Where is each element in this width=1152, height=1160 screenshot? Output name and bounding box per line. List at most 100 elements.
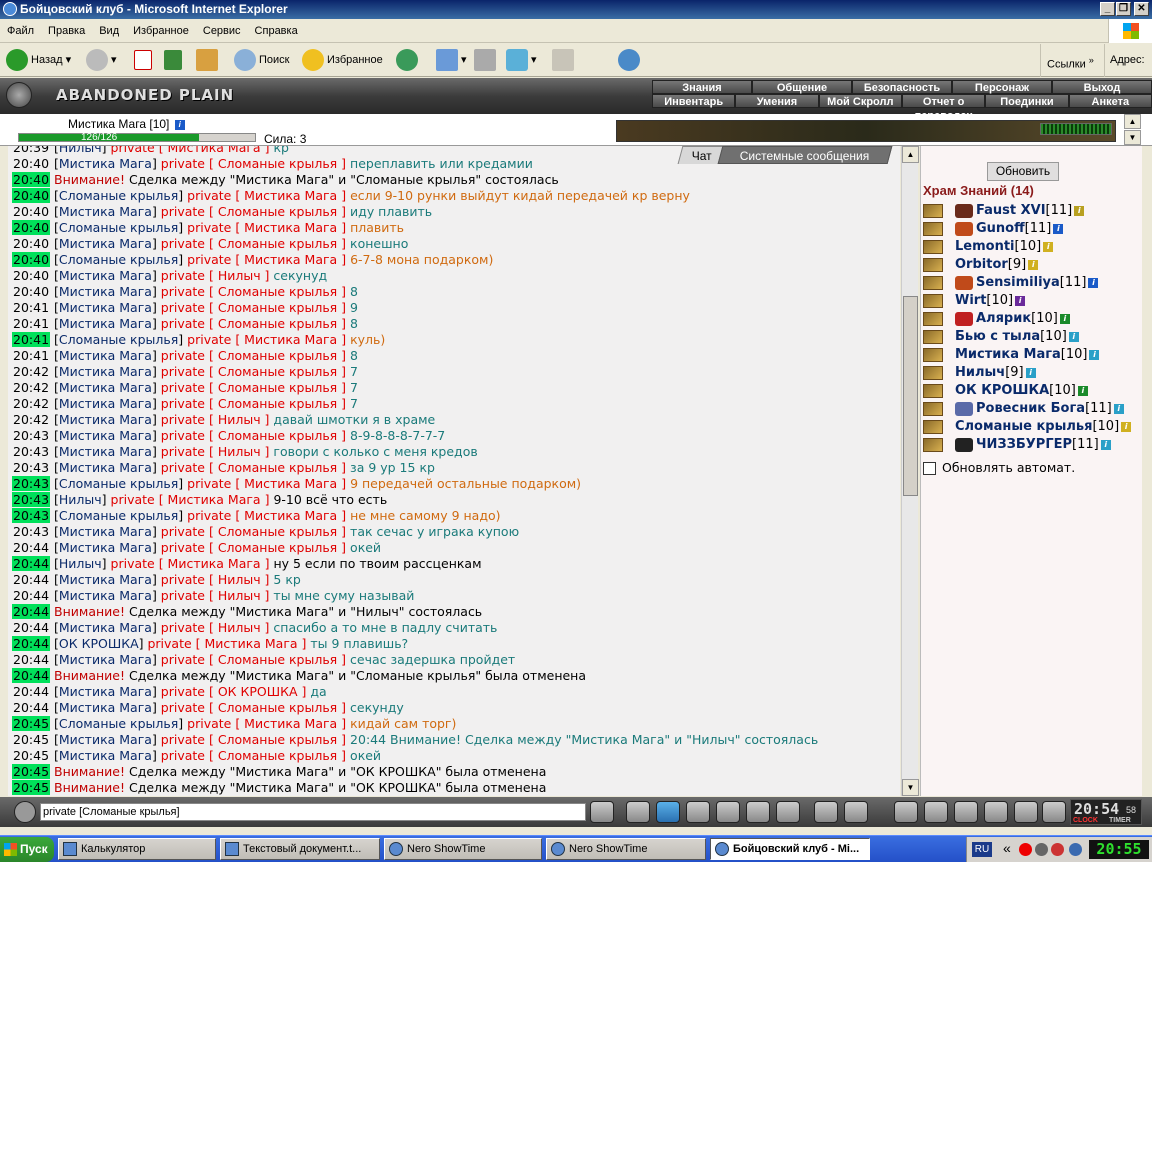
user-list-item[interactable]: Orbitor[9] i <box>923 256 1143 274</box>
message-sender[interactable]: Мистика Мага <box>59 380 152 395</box>
user-name[interactable]: ОК КРОШКА <box>955 383 1049 398</box>
private-marker[interactable]: private [ Нилыч ] <box>161 588 270 603</box>
user-list-item[interactable]: Алярик[10] i <box>923 310 1143 328</box>
private-marker[interactable]: private [ Нилыч ] <box>161 412 270 427</box>
favorites-button[interactable]: Избранное <box>302 48 383 73</box>
message-sender[interactable]: Мистика Мага <box>59 748 152 763</box>
private-marker[interactable]: private [ Мистика Мага ] <box>187 252 346 267</box>
status-scroll[interactable]: ▲ ▼ <box>1124 114 1142 146</box>
user-name[interactable]: Алярик <box>976 311 1031 326</box>
user-info-icon[interactable]: i <box>1077 385 1088 396</box>
antivirus-icon[interactable] <box>1019 843 1032 856</box>
user-info-icon[interactable]: i <box>1028 259 1039 270</box>
user-name[interactable]: Orbitor <box>955 257 1008 272</box>
auto-refresh-checkbox[interactable] <box>923 462 936 475</box>
nav-skills[interactable]: Умения <box>735 94 819 108</box>
private-message-icon[interactable] <box>923 329 943 344</box>
user-list-item[interactable]: Wirt[10] i <box>923 292 1143 310</box>
menu-view[interactable]: Вид <box>92 19 126 43</box>
status-scroll-down-icon[interactable]: ▼ <box>1124 130 1141 145</box>
private-marker[interactable]: private [ Сломаные крылья ] <box>161 732 346 747</box>
tray-chevron-icon[interactable]: « <box>1003 840 1011 856</box>
user-name[interactable]: Нилыч <box>955 365 1005 380</box>
private-message-icon[interactable] <box>923 347 943 362</box>
message-sender[interactable]: Мистика Мага <box>59 300 152 315</box>
message-sender[interactable]: Сломаные крылья <box>59 716 178 731</box>
private-marker[interactable]: private [ Мистика Мага ] <box>187 508 346 523</box>
user-list-item[interactable]: Бью с тыла[10] i <box>923 328 1143 346</box>
settings-button[interactable] <box>984 801 1008 823</box>
private-message-icon[interactable] <box>923 239 943 254</box>
private-marker[interactable]: private [ Мистика Мага ] <box>111 556 270 571</box>
user-list-item[interactable]: Ровесник Бога[11] i <box>923 400 1143 418</box>
message-sender[interactable]: Мистика Мага <box>59 732 152 747</box>
user-list-item[interactable]: Lemonti[10] i <box>923 238 1143 256</box>
message-sender[interactable]: Мистика Мага <box>59 412 152 427</box>
scroll-down-icon[interactable]: ▼ <box>902 779 919 796</box>
exit-button[interactable] <box>1042 801 1066 823</box>
user-name[interactable]: ЧИЗЗБУРГЕР <box>976 437 1072 452</box>
nav-my-scroll[interactable]: Мой Скролл <box>818 94 902 108</box>
message-sender[interactable]: Нилыч <box>59 146 102 155</box>
scroll-thumb[interactable] <box>903 296 918 496</box>
clear-button[interactable] <box>626 801 650 823</box>
user-list-item[interactable]: Мистика Мага[10] i <box>923 346 1143 364</box>
edit-button[interactable] <box>552 48 577 73</box>
private-marker[interactable]: private [ Мистика Мага ] <box>187 188 346 203</box>
forward-button[interactable]: ▾ <box>86 48 117 73</box>
private-marker[interactable]: private [ Мистика Мага ] <box>147 636 306 651</box>
filter-button[interactable] <box>656 801 680 823</box>
nav-communication[interactable]: Общение <box>752 80 852 94</box>
private-marker[interactable]: private [ Нилыч ] <box>161 572 270 587</box>
user-list-item[interactable]: Sensimiliya[11] i <box>923 274 1143 292</box>
private-marker[interactable]: private [ Нилыч ] <box>161 620 270 635</box>
private-marker[interactable]: private [ Сломаные крылья ] <box>161 284 346 299</box>
message-sender[interactable]: Мистика Мага <box>59 268 152 283</box>
message-sender[interactable]: Мистика Мага <box>59 684 152 699</box>
menu-file[interactable]: Файл <box>0 19 41 43</box>
user-info-icon[interactable]: i <box>1043 241 1054 252</box>
user-list-item[interactable]: ЧИЗЗБУРГЕР[11] i <box>923 436 1143 454</box>
nav-security[interactable]: Безопасность <box>852 80 952 94</box>
user-name[interactable]: Faust XVI <box>976 203 1046 218</box>
nav-transfer-report[interactable]: Отчет о переводах <box>901 94 986 122</box>
private-message-icon[interactable] <box>923 383 943 398</box>
user-info-icon[interactable]: i <box>1100 439 1111 450</box>
nav-exit[interactable]: Выход <box>1052 80 1152 94</box>
contacts-button[interactable] <box>618 48 643 73</box>
message-sender[interactable]: Сломаные крылья <box>59 476 178 491</box>
message-sender[interactable]: Мистика Мага <box>59 396 152 411</box>
message-sender[interactable]: Нилыч <box>59 556 102 571</box>
save-log-button[interactable] <box>686 801 710 823</box>
user-list-item[interactable]: Faust XVI[11] i <box>923 202 1143 220</box>
private-marker[interactable]: private [ Сломаные крылья ] <box>161 524 346 539</box>
message-sender[interactable]: Сломаные крылья <box>59 252 178 267</box>
stop-button[interactable] <box>134 48 155 73</box>
private-marker[interactable]: private [ Мистика Мага ] <box>187 476 346 491</box>
private-marker[interactable]: private [ Сломаные крылья ] <box>161 156 346 171</box>
user-list-item[interactable]: Нилыч[9] i <box>923 364 1143 382</box>
message-sender[interactable]: Мистика Мага <box>59 620 152 635</box>
menu-edit[interactable]: Правка <box>41 19 92 43</box>
message-sender[interactable]: Мистика Мага <box>59 572 152 587</box>
history-button[interactable] <box>396 48 421 73</box>
private-marker[interactable]: private [ Сломаные крылья ] <box>161 348 346 363</box>
private-message-icon[interactable] <box>923 419 943 434</box>
private-message-icon[interactable] <box>923 221 943 236</box>
message-sender[interactable]: Мистика Мага <box>59 428 152 443</box>
message-sender[interactable]: Мистика Мага <box>59 284 152 299</box>
private-message-icon[interactable] <box>923 311 943 326</box>
private-message-icon[interactable] <box>923 293 943 308</box>
menu-favorites[interactable]: Избранное <box>126 19 196 43</box>
bag-button[interactable] <box>894 801 918 823</box>
user-info-icon[interactable]: i <box>1113 403 1124 414</box>
helmet-button[interactable] <box>844 801 868 823</box>
scroll-up-icon[interactable]: ▲ <box>902 146 919 163</box>
refresh-page-button[interactable] <box>164 48 185 73</box>
back-button[interactable]: Назад ▾ <box>6 48 71 73</box>
message-sender[interactable]: Мистика Мага <box>59 444 152 459</box>
user-name[interactable]: Lemonti <box>955 239 1015 254</box>
volume-icon[interactable] <box>1035 843 1048 856</box>
private-marker[interactable]: private [ Сломаные крылья ] <box>161 748 346 763</box>
user-info-icon[interactable]: i <box>1059 313 1070 324</box>
